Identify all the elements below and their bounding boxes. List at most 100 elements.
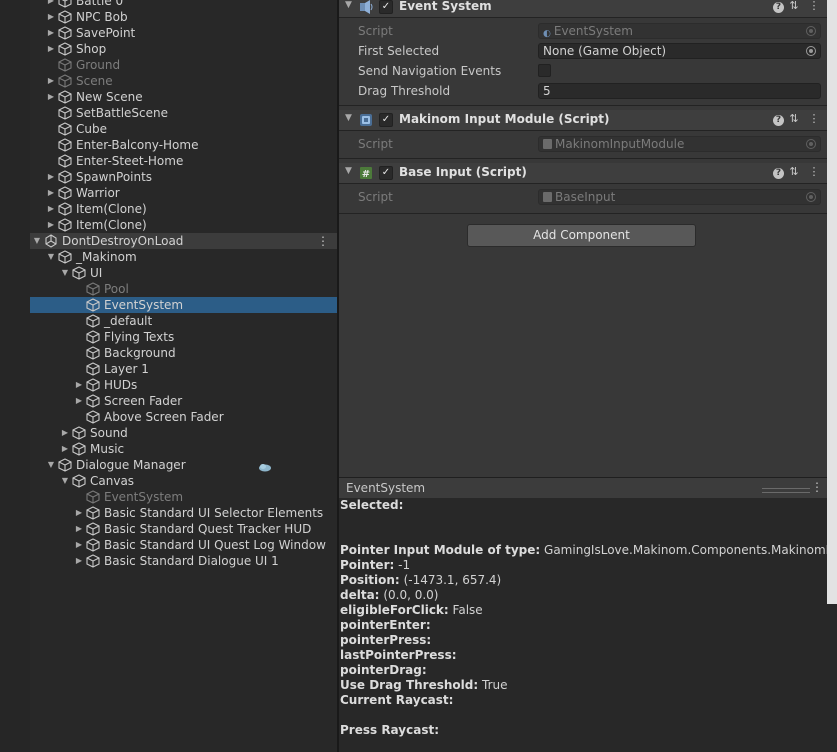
expand-arrow-right-icon[interactable]: ▶ bbox=[74, 553, 84, 569]
object-picker-icon[interactable] bbox=[806, 26, 816, 36]
hierarchy-item[interactable]: SetBattleScene bbox=[30, 105, 337, 121]
send-navigation-checkbox[interactable] bbox=[538, 64, 551, 77]
hierarchy-item[interactable]: EventSystem bbox=[30, 489, 337, 505]
expand-arrow-down-icon[interactable]: ▼ bbox=[46, 457, 56, 473]
preview-header[interactable]: EventSystem ⋮ bbox=[339, 477, 827, 498]
expand-arrow-down-icon[interactable]: ▼ bbox=[60, 473, 70, 489]
foldout-arrow-icon[interactable]: ▼ bbox=[345, 166, 352, 176]
expand-arrow-down-icon[interactable]: ▼ bbox=[60, 265, 70, 281]
hierarchy-item[interactable]: Enter-Balcony-Home bbox=[30, 137, 337, 153]
hierarchy-item[interactable]: ▼ Canvas bbox=[30, 473, 337, 489]
hierarchy-item[interactable]: ▼ Dialogue Manager bbox=[30, 457, 337, 473]
enabled-checkbox[interactable]: ✓ bbox=[379, 166, 393, 180]
enabled-checkbox[interactable]: ✓ bbox=[379, 113, 393, 127]
hierarchy-item-label: HUDs bbox=[104, 378, 138, 392]
component-header-makinom-input-module[interactable]: ▼ ✓ Makinom Input Module (Script) ? ⇅ ⋮ bbox=[339, 110, 827, 131]
enabled-checkbox[interactable]: ✓ bbox=[379, 0, 393, 14]
object-picker-icon[interactable] bbox=[806, 46, 816, 56]
expand-arrow-right-icon[interactable]: ▶ bbox=[74, 393, 84, 409]
foldout-arrow-icon[interactable]: ▼ bbox=[345, 113, 352, 123]
hierarchy-item-label: Dialogue Manager bbox=[76, 458, 186, 472]
component-separator bbox=[339, 213, 827, 214]
hierarchy-item[interactable]: EventSystem bbox=[30, 297, 337, 313]
kebab-menu-icon[interactable]: ⋮ bbox=[807, 0, 821, 12]
help-icon[interactable]: ? bbox=[767, 165, 784, 179]
hierarchy-item[interactable]: ▶ Screen Fader bbox=[30, 393, 337, 409]
expand-arrow-right-icon[interactable]: ▶ bbox=[46, 9, 56, 25]
script-field[interactable]: MakinomInputModule bbox=[538, 136, 821, 152]
hierarchy-item[interactable]: ▶ Basic Standard Dialogue UI 1 bbox=[30, 553, 337, 569]
hierarchy-item[interactable]: Layer 1 bbox=[30, 361, 337, 377]
hierarchy-item[interactable]: ▶ Item(Clone) bbox=[30, 217, 337, 233]
script-field[interactable]: ◐ EventSystem bbox=[538, 23, 821, 39]
expand-arrow-right-icon[interactable]: ▶ bbox=[46, 185, 56, 201]
foldout-arrow-icon[interactable]: ▼ bbox=[345, 0, 352, 10]
help-icon[interactable]: ? bbox=[767, 112, 784, 126]
hierarchy-item[interactable]: Cube bbox=[30, 121, 337, 137]
expand-arrow-right-icon[interactable]: ▶ bbox=[46, 73, 56, 89]
drag-threshold-input[interactable]: 5 bbox=[538, 83, 821, 99]
object-picker-icon[interactable] bbox=[806, 192, 816, 202]
hierarchy-item[interactable]: ▶ SavePoint bbox=[30, 25, 337, 41]
csharp-script-icon: # bbox=[360, 167, 372, 180]
hierarchy-item[interactable]: ▶ Basic Standard UI Quest Log Window bbox=[30, 537, 337, 553]
hierarchy-item[interactable]: ▶ New Scene bbox=[30, 89, 337, 105]
expand-arrow-right-icon[interactable]: ▶ bbox=[74, 377, 84, 393]
hierarchy-item[interactable]: ▶ Basic Standard Quest Tracker HUD bbox=[30, 521, 337, 537]
help-icon[interactable]: ? bbox=[767, 0, 784, 13]
component-header-base-input[interactable]: ▼ # ✓ Base Input (Script) ? ⇅ ⋮ bbox=[339, 163, 827, 184]
hierarchy-item[interactable]: ▶ SpawnPoints bbox=[30, 169, 337, 185]
add-component-button[interactable]: Add Component bbox=[467, 224, 696, 247]
hierarchy-item[interactable]: ▶ Warrior bbox=[30, 185, 337, 201]
component-header-event-system[interactable]: ▼ ✓ Event System ? ⇅ ⋮ bbox=[339, 0, 827, 18]
hierarchy-item[interactable]: Above Screen Fader bbox=[30, 409, 337, 425]
settings-sliders-icon[interactable]: ⇅ bbox=[787, 165, 801, 178]
settings-sliders-icon[interactable]: ⇅ bbox=[787, 112, 801, 125]
hierarchy-item[interactable]: ▶ Item(Clone) bbox=[30, 201, 337, 217]
expand-arrow-right-icon[interactable]: ▶ bbox=[74, 537, 84, 553]
hierarchy-item[interactable]: _default bbox=[30, 313, 337, 329]
kebab-menu-icon[interactable]: ⋮ bbox=[811, 480, 823, 494]
hierarchy-item[interactable]: Background bbox=[30, 345, 337, 361]
expand-arrow-right-icon[interactable]: ▶ bbox=[46, 0, 56, 9]
kebab-menu-icon[interactable]: ⋮ bbox=[807, 165, 821, 178]
hierarchy-item[interactable]: Flying Texts bbox=[30, 329, 337, 345]
expand-arrow-down-icon[interactable]: ▼ bbox=[32, 233, 42, 249]
expand-arrow-right-icon[interactable]: ▶ bbox=[46, 25, 56, 41]
script-field[interactable]: BaseInput bbox=[538, 189, 821, 205]
hierarchy-item[interactable]: Pool bbox=[30, 281, 337, 297]
hierarchy-item[interactable]: ▶ Sound bbox=[30, 425, 337, 441]
first-selected-field[interactable]: None (Game Object) bbox=[538, 43, 821, 59]
preview-last-press-line: lastPointerPress: bbox=[340, 648, 457, 662]
hierarchy-item[interactable]: ▶ Battle 0 bbox=[30, 0, 337, 9]
expand-arrow-right-icon[interactable]: ▶ bbox=[60, 425, 70, 441]
hierarchy-item[interactable]: Enter-Steet-Home bbox=[30, 153, 337, 169]
expand-arrow-right-icon[interactable]: ▶ bbox=[46, 41, 56, 57]
gameobject-cube-icon bbox=[58, 0, 72, 8]
hierarchy-item[interactable]: ▼ UI bbox=[30, 265, 337, 281]
scene-header-row[interactable]: ▼ DontDestroyOnLoad ⋮ bbox=[30, 233, 337, 249]
settings-sliders-icon[interactable]: ⇅ bbox=[787, 0, 801, 12]
hierarchy-item[interactable]: Ground bbox=[30, 57, 337, 73]
object-picker-icon[interactable] bbox=[806, 139, 816, 149]
hierarchy-item[interactable]: ▶ NPC Bob bbox=[30, 9, 337, 25]
expand-arrow-right-icon[interactable]: ▶ bbox=[74, 521, 84, 537]
kebab-menu-icon[interactable]: ⋮ bbox=[317, 233, 329, 249]
expand-arrow-right-icon[interactable]: ▶ bbox=[74, 505, 84, 521]
expand-arrow-right-icon[interactable]: ▶ bbox=[46, 169, 56, 185]
hierarchy-item[interactable]: ▶ HUDs bbox=[30, 377, 337, 393]
hierarchy-item-label: Cube bbox=[76, 122, 107, 136]
hierarchy-item[interactable]: ▶ Shop bbox=[30, 41, 337, 57]
kebab-menu-icon[interactable]: ⋮ bbox=[807, 112, 821, 125]
hierarchy-item-label: Sound bbox=[90, 426, 128, 440]
hierarchy-item[interactable]: ▶ Music bbox=[30, 441, 337, 457]
hierarchy-item[interactable]: ▶ Scene bbox=[30, 73, 337, 89]
hierarchy-item[interactable]: ▶ Basic Standard UI Selector Elements bbox=[30, 505, 337, 521]
expand-arrow-right-icon[interactable]: ▶ bbox=[60, 441, 70, 457]
expand-arrow-right-icon[interactable]: ▶ bbox=[46, 89, 56, 105]
hierarchy-item[interactable]: ▼ _Makinom bbox=[30, 249, 337, 265]
expand-arrow-right-icon[interactable]: ▶ bbox=[46, 217, 56, 233]
resize-grip-icon[interactable] bbox=[762, 488, 810, 493]
expand-arrow-right-icon[interactable]: ▶ bbox=[46, 201, 56, 217]
expand-arrow-down-icon[interactable]: ▼ bbox=[46, 249, 56, 265]
